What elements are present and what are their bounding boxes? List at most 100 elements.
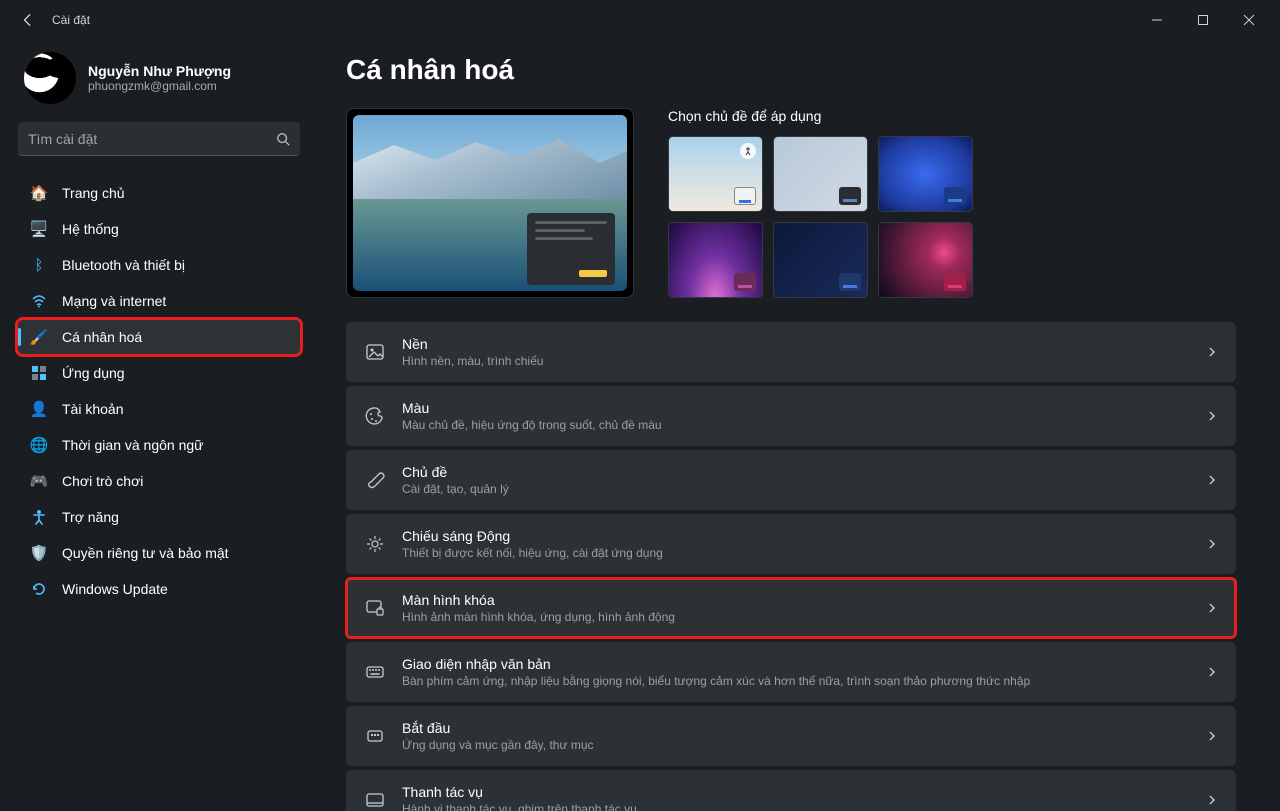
chevron-right-icon [1206, 794, 1218, 806]
row-desc: Màu chủ đề, hiệu ứng độ trong suốt, chủ … [402, 418, 1190, 432]
brush-icon [364, 470, 386, 490]
nav-gaming[interactable]: 🎮 Chơi trò chơi [18, 464, 300, 498]
chevron-right-icon [1206, 730, 1218, 742]
row-title: Bắt đầu [402, 720, 1190, 736]
nav-privacy[interactable]: 🛡️ Quyền riêng tư và bảo mật [18, 536, 300, 570]
profile-name: Nguyễn Như Phượng [88, 63, 231, 79]
shield-icon: 🛡️ [30, 544, 48, 562]
pin-icon [740, 143, 756, 159]
search-input[interactable] [28, 131, 276, 147]
row-title: Chiếu sáng Động [402, 528, 1190, 544]
row-colors[interactable]: Màu Màu chủ đề, hiệu ứng độ trong suốt, c… [346, 386, 1236, 446]
accessibility-icon [30, 508, 48, 526]
nav-label: Ứng dụng [62, 365, 125, 381]
main: Cá nhân hoá Chọn chủ đề để áp dụng [310, 40, 1280, 811]
sparkle-icon [364, 534, 386, 554]
row-dynamic-lighting[interactable]: Chiếu sáng Động Thiết bị được kết nối, hi… [346, 514, 1236, 574]
row-desc: Hình nền, màu, trình chiếu [402, 354, 1190, 368]
window-controls [1134, 4, 1272, 36]
row-desc: Thiết bị được kết nối, hiệu ứng, cài đặt… [402, 546, 1190, 560]
chevron-right-icon [1206, 666, 1218, 678]
nav-bluetooth[interactable]: ᛒ Bluetooth và thiết bị [18, 248, 300, 282]
nav-label: Bluetooth và thiết bị [62, 257, 185, 273]
theme-grid [668, 136, 1236, 298]
nav-label: Thời gian và ngôn ngữ [62, 437, 204, 453]
system-icon: 🖥️ [30, 220, 48, 238]
back-button[interactable] [16, 8, 40, 32]
apps-icon [30, 364, 48, 382]
row-desc: Bàn phím cảm ứng, nhập liệu bằng giọng n… [402, 674, 1190, 688]
row-title: Màu [402, 400, 1190, 416]
close-button[interactable] [1226, 4, 1272, 36]
nav-label: Mạng và internet [62, 293, 166, 309]
row-lockscreen[interactable]: Màn hình khóa Hình ảnh màn hình khóa, ứng… [346, 578, 1236, 638]
nav-update[interactable]: Windows Update [18, 572, 300, 606]
app-title: Cài đặt [52, 13, 90, 27]
theme-tile-6[interactable] [878, 222, 973, 298]
palette-icon [364, 406, 386, 426]
taskbar-icon [364, 790, 386, 810]
nav-system[interactable]: 🖥️ Hệ thống [18, 212, 300, 246]
chevron-right-icon [1206, 602, 1218, 614]
person-icon: 👤 [30, 400, 48, 418]
theme-tile-3[interactable] [878, 136, 973, 212]
nav-label: Chơi trò chơi [62, 473, 143, 489]
image-icon [364, 342, 386, 362]
row-title: Thanh tác vụ [402, 784, 1190, 800]
update-icon [30, 580, 48, 598]
bluetooth-icon: ᛒ [30, 256, 48, 274]
paintbrush-icon: 🖌️ [30, 328, 48, 346]
profile[interactable]: Nguyễn Như Phượng phuongzmk@gmail.com [18, 52, 300, 104]
chevron-right-icon [1206, 346, 1218, 358]
theme-tile-2[interactable] [773, 136, 868, 212]
wifi-icon [30, 292, 48, 310]
chevron-right-icon [1206, 474, 1218, 486]
nav-label: Trang chủ [62, 185, 125, 201]
home-icon: 🏠 [30, 184, 48, 202]
nav-time[interactable]: 🌐 Thời gian và ngôn ngữ [18, 428, 300, 462]
nav-label: Hệ thống [62, 221, 119, 237]
nav-label: Quyền riêng tư và bảo mật [62, 545, 229, 561]
row-desc: Ứng dụng và mục gần đây, thư mục [402, 738, 1190, 752]
row-taskbar[interactable]: Thanh tác vụHành vi thanh tác vụ, ghim t… [346, 770, 1236, 811]
maximize-button[interactable] [1180, 4, 1226, 36]
nav-label: Trợ năng [62, 509, 119, 525]
nav-label: Tài khoản [62, 401, 123, 417]
themes-label: Chọn chủ đề để áp dụng [668, 108, 1236, 124]
row-text-input[interactable]: Giao diện nhập văn bản Bàn phím cảm ứng, … [346, 642, 1236, 702]
row-desc: Cài đặt, tạo, quản lý [402, 482, 1190, 496]
lockscreen-icon [364, 598, 386, 618]
nav-network[interactable]: Mạng và internet [18, 284, 300, 318]
page-title: Cá nhân hoá [346, 54, 1236, 86]
minimize-button[interactable] [1134, 4, 1180, 36]
keyboard-icon [364, 662, 386, 682]
search-box[interactable] [18, 122, 300, 156]
chevron-right-icon [1206, 410, 1218, 422]
nav-personalization[interactable]: 🖌️ Cá nhân hoá [18, 320, 300, 354]
row-desc: Hình ảnh màn hình khóa, ứng dụng, hình ả… [402, 610, 1190, 624]
theme-tile-4[interactable] [668, 222, 763, 298]
nav-label: Cá nhân hoá [62, 329, 142, 345]
start-icon [364, 726, 386, 746]
gamepad-icon: 🎮 [30, 472, 48, 490]
theme-tile-1[interactable] [668, 136, 763, 212]
avatar [24, 52, 76, 104]
search-icon [276, 132, 290, 146]
row-title: Chủ đề [402, 464, 1190, 480]
globe-icon: 🌐 [30, 436, 48, 454]
row-title: Màn hình khóa [402, 592, 1190, 608]
nav-accounts[interactable]: 👤 Tài khoản [18, 392, 300, 426]
row-title: Nền [402, 336, 1190, 352]
nav-accessibility[interactable]: Trợ năng [18, 500, 300, 534]
desktop-preview[interactable] [346, 108, 634, 298]
settings-list: Nền Hình nền, màu, trình chiếu Màu Màu chủ… [346, 322, 1236, 811]
row-start[interactable]: Bắt đầu Ứng dụng và mục gần đây, thư mục [346, 706, 1236, 766]
row-title: Giao diện nhập văn bản [402, 656, 1190, 672]
theme-tile-5[interactable] [773, 222, 868, 298]
row-background[interactable]: Nền Hình nền, màu, trình chiếu [346, 322, 1236, 382]
nav-apps[interactable]: Ứng dụng [18, 356, 300, 390]
nav-label: Windows Update [62, 581, 168, 597]
row-themes[interactable]: Chủ đề Cài đặt, tạo, quản lý [346, 450, 1236, 510]
chevron-right-icon [1206, 538, 1218, 550]
nav-home[interactable]: 🏠 Trang chủ [18, 176, 300, 210]
